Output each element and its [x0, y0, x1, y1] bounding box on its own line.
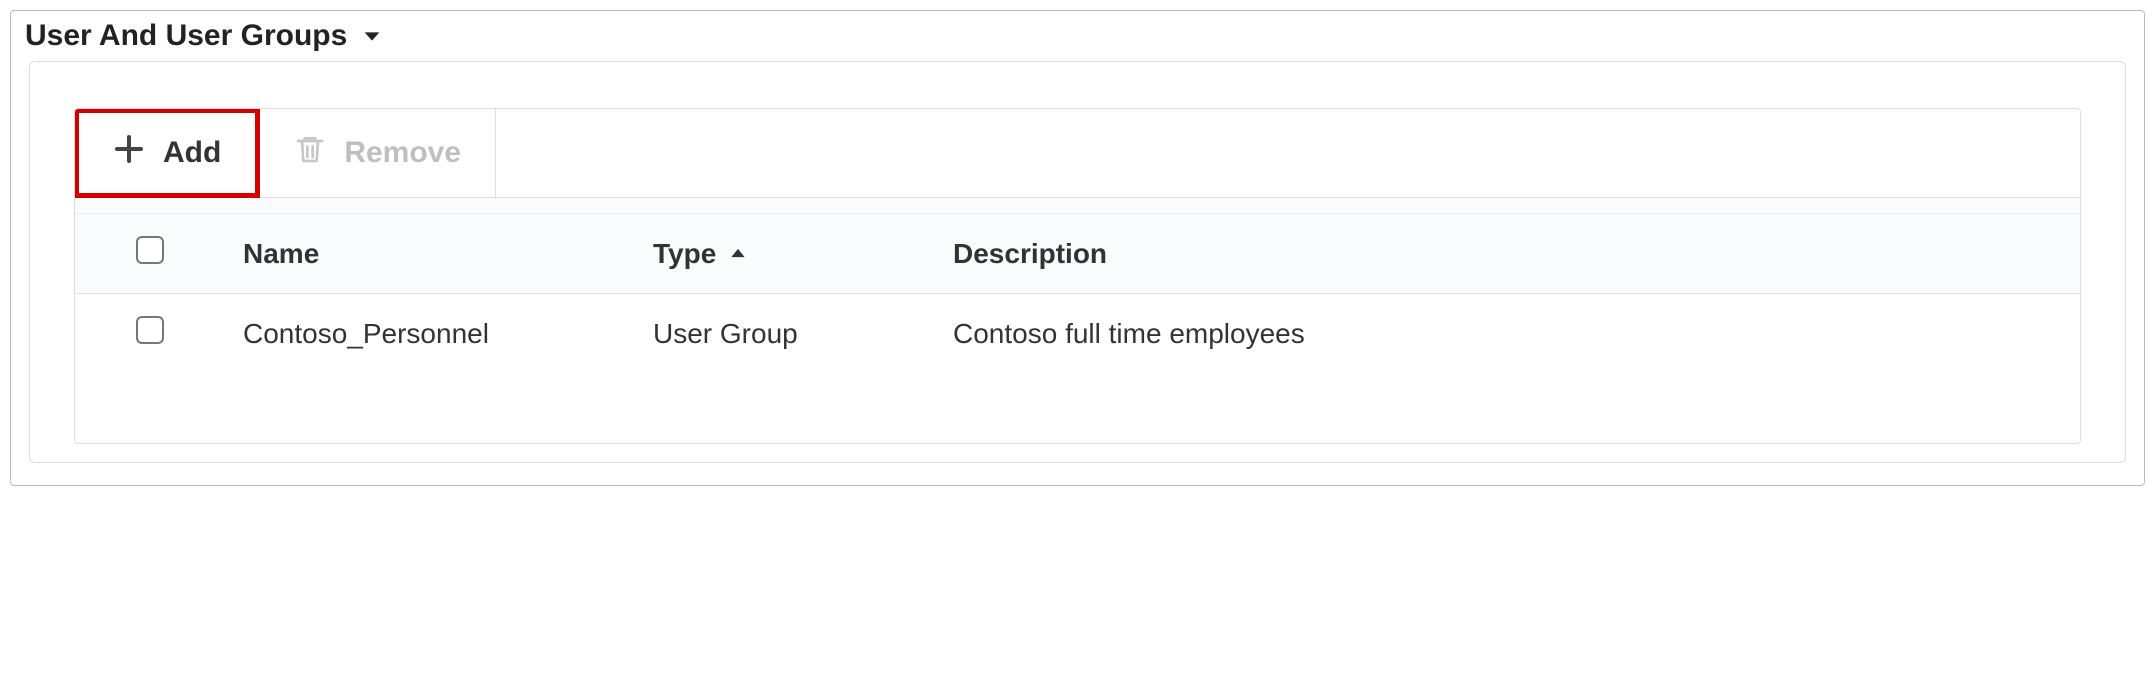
trash-icon: [294, 133, 326, 173]
column-header-description[interactable]: Description: [935, 214, 2080, 294]
cell-name: Contoso_Personnel: [225, 294, 635, 374]
column-header-label: Description: [953, 238, 1107, 269]
add-button[interactable]: Add: [74, 108, 260, 198]
panel-body: Add Remove: [29, 61, 2126, 463]
user-groups-panel: User And User Groups Add: [10, 10, 2145, 486]
add-button-label: Add: [163, 136, 221, 170]
remove-button: Remove: [260, 109, 496, 197]
content-box: Add Remove: [74, 108, 2081, 444]
cell-description: Contoso full time employees: [935, 294, 2080, 374]
column-header-type[interactable]: Type: [635, 214, 935, 294]
column-header-name[interactable]: Name: [225, 214, 635, 294]
toolbar: Add Remove: [75, 109, 2080, 198]
panel-header[interactable]: User And User Groups: [11, 11, 2144, 61]
sort-asc-icon: [728, 238, 748, 270]
column-header-label: Name: [243, 238, 319, 269]
table-spacer: [75, 373, 2080, 443]
row-select[interactable]: [75, 294, 225, 374]
cell-type: User Group: [635, 294, 935, 374]
column-header-label: Type: [653, 238, 716, 270]
table-header-row: Name Type Description: [75, 214, 2080, 294]
plus-icon: [113, 133, 145, 173]
remove-button-label: Remove: [344, 136, 461, 170]
header-select-all[interactable]: [75, 214, 225, 294]
checkbox-icon[interactable]: [136, 236, 164, 264]
user-groups-table: Name Type Description: [75, 214, 2080, 443]
checkbox-icon[interactable]: [136, 316, 164, 344]
toolbar-divider: [75, 198, 2080, 214]
table-row[interactable]: Contoso_Personnel User Group Contoso ful…: [75, 294, 2080, 374]
panel-title: User And User Groups: [25, 19, 347, 53]
caret-down-icon: [361, 25, 383, 47]
